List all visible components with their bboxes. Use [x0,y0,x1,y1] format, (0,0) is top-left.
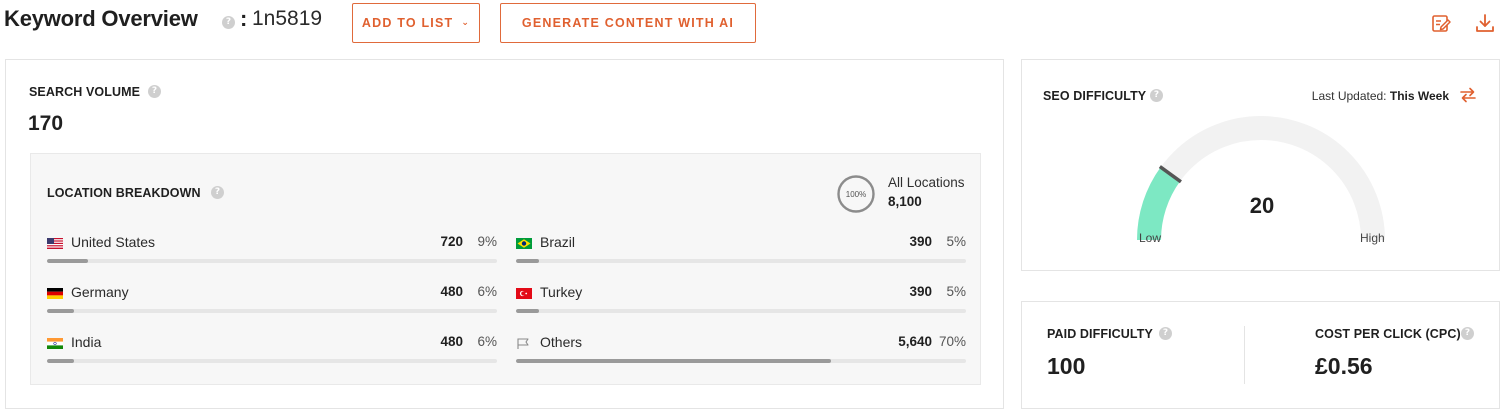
generate-content-label: GENERATE CONTENT WITH AI [521,16,735,30]
in-flag-icon [47,338,63,349]
last-updated-value: This Week [1389,89,1449,103]
gauge-track [1137,116,1385,241]
help-icon[interactable]: ? [1150,89,1163,102]
flag-outline-icon [517,338,529,349]
help-icon[interactable]: ? [222,16,235,29]
seo-difficulty-label: SEO DIFFICULTY [1043,89,1147,103]
location-percent: 9% [477,234,497,249]
search-volume-card: SEARCH VOLUME ? 170 LOCATION BREAKDOWN ?… [5,59,1004,409]
help-icon[interactable]: ? [211,186,224,199]
title-separator: : [240,6,248,31]
location-bar-track [47,259,497,263]
location-bar-fill [516,359,831,363]
br-flag-icon [516,238,532,249]
location-bar-track [516,359,966,363]
all-locations-ring-icon: 100% [837,175,875,213]
location-item-others: Others 5,640 70% [516,333,966,373]
location-volume: 390 [909,234,932,249]
location-volume: 480 [440,334,463,349]
location-volume: 5,640 [898,334,932,349]
location-name: Brazil [540,234,576,250]
location-percent: 5% [946,234,966,249]
add-to-list-label: ADD TO LIST [361,16,454,30]
seo-difficulty-value: 20 [1249,193,1275,218]
help-icon[interactable]: ? [1159,327,1172,340]
last-updated-text: Last Updated: This Week [1312,89,1449,103]
chevron-down-icon: ⌄ [461,16,471,27]
location-item-india: India 480 6% [47,333,497,373]
page-title: Keyword Overview [4,6,198,31]
search-volume-value: 170 [28,112,64,135]
tr-flag-icon [516,288,532,299]
paid-difficulty-value: 100 [1047,353,1086,379]
location-bar-fill [47,309,74,313]
location-name: India [71,334,102,350]
location-percent: 6% [477,284,497,299]
location-breakdown-label: LOCATION BREAKDOWN [47,186,201,200]
last-updated-prefix: Last Updated: [1311,89,1387,103]
gauge-high-label: High [1360,231,1385,245]
add-to-list-button[interactable]: ADD TO LIST ⌄ [352,3,480,43]
paid-difficulty-label: PAID DIFFICULTY [1047,327,1153,341]
cpc-label: COST PER CLICK (CPC) [1315,327,1461,341]
us-flag-icon [47,238,63,249]
location-breakdown-panel: LOCATION BREAKDOWN ? 100% All Locations … [30,153,981,385]
seo-difficulty-gauge [1137,116,1385,241]
location-bar-track [516,309,966,313]
location-name: Others [540,334,583,350]
keyword-text: 1n5819 [252,7,323,30]
location-item-united-states: United States 720 9% [47,233,497,273]
location-item-turkey: Turkey 390 5% [516,283,966,323]
location-bar-track [47,309,497,313]
location-volume: 390 [909,284,932,299]
divider [1244,326,1245,384]
location-percent: 70% [938,334,966,349]
all-locations-ring-text: 100% [846,190,866,199]
location-bar-fill [47,359,74,363]
location-name: Turkey [540,284,583,300]
location-bar-fill [516,259,539,263]
location-volume: 480 [440,284,463,299]
page-header: Keyword Overview ? : 1n5819 ADD TO LIST … [0,0,1506,50]
paid-difficulty-card: PAID DIFFICULTY ? 100 COST PER CLICK (CP… [1021,301,1500,409]
location-bar-track [47,359,497,363]
cpc-value: £0.56 [1315,353,1373,379]
help-icon[interactable]: ? [148,85,161,98]
location-item-brazil: Brazil 390 5% [516,233,966,273]
edit-report-icon[interactable] [1430,12,1452,34]
location-name: Germany [71,284,129,300]
location-bar-fill [47,259,88,263]
location-percent: 5% [946,284,966,299]
location-name: United States [71,234,156,250]
location-volume: 720 [440,234,463,249]
all-locations-value: 8,100 [888,194,922,209]
location-bar-fill [516,309,539,313]
help-icon[interactable]: ? [1461,327,1474,340]
search-volume-label: SEARCH VOLUME [29,85,141,99]
refresh-icon[interactable] [1457,85,1479,105]
de-flag-icon [47,288,63,299]
location-bar-track [516,259,966,263]
download-icon[interactable] [1474,12,1496,34]
location-item-germany: Germany 480 6% [47,283,497,323]
gauge-low-label: Low [1139,231,1162,245]
generate-content-button[interactable]: GENERATE CONTENT WITH AI [500,3,756,43]
location-percent: 6% [477,334,497,349]
seo-difficulty-card: SEO DIFFICULTY ? Last Updated: This Week… [1021,59,1500,271]
all-locations-label: All Locations [888,175,965,190]
